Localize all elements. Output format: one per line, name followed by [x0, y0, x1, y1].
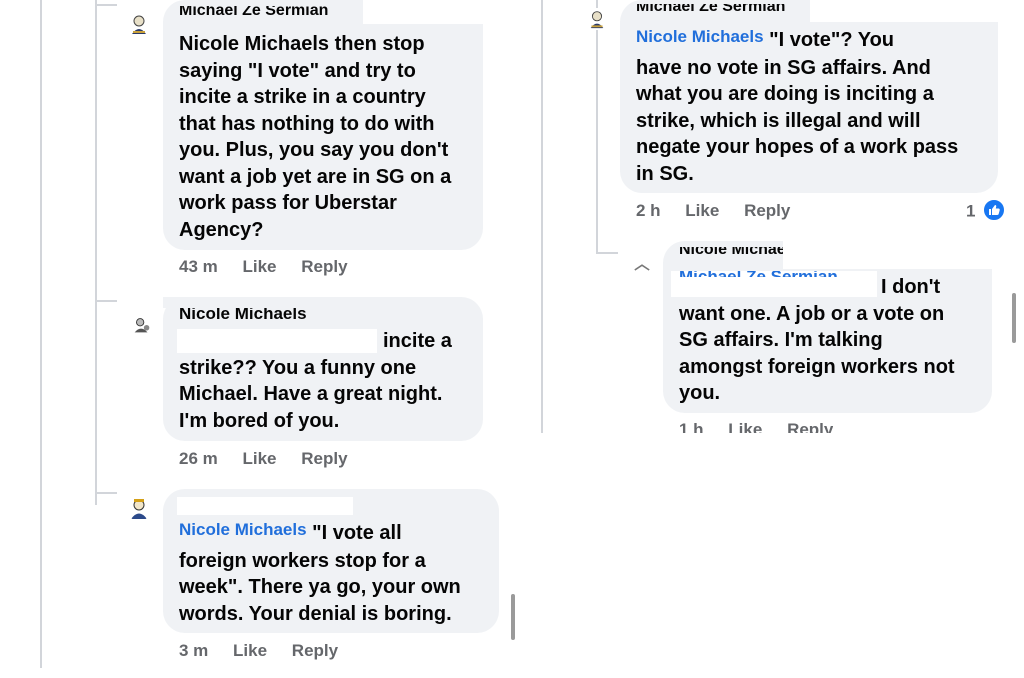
comment-bubble: Nicole Michaels incite a strike?? You a …: [163, 297, 483, 441]
reply-button[interactable]: Reply: [292, 641, 338, 661]
avatar[interactable]: [127, 12, 151, 36]
thread-line: [541, 0, 543, 433]
comment-actions: 43 m Like Reply: [179, 257, 348, 277]
avatar-cartoon-icon: [632, 262, 652, 278]
comment-author[interactable]: Nicole Michaels: [179, 307, 307, 323]
reply-button[interactable]: Reply: [787, 420, 833, 433]
comment-text: Nicole Michaels then stop saying "I vote…: [179, 33, 452, 241]
comment-actions: 2 h Like Reply: [636, 201, 790, 221]
thread-line: [596, 0, 598, 253]
comment-time[interactable]: 43 m: [179, 257, 218, 277]
comment-author[interactable]: Michael Ze Sermian: [636, 4, 785, 16]
avatar[interactable]: [586, 8, 608, 30]
avatar[interactable]: [131, 314, 153, 336]
comment-text: Nicole Michaels "I vote all foreign work…: [179, 520, 461, 625]
avatar-cartoon-icon: [127, 497, 151, 521]
reply-button[interactable]: Reply: [744, 201, 790, 221]
redaction: [783, 241, 992, 269]
redaction: [177, 497, 353, 515]
scrollbar[interactable]: [511, 594, 515, 640]
like-button[interactable]: Like: [242, 449, 276, 469]
comment-text: I don't want one. A job or a vote on SG …: [679, 276, 955, 404]
avatar[interactable]: [127, 497, 151, 521]
thumbs-up-icon: [982, 198, 1007, 222]
thread-connector: [95, 492, 117, 494]
comment-actions: 1 h Like Reply: [679, 420, 833, 433]
avatar-cartoon-icon: [586, 8, 608, 30]
comment-actions: 3 m Like Reply: [179, 641, 338, 661]
avatar-cartoon-icon: [131, 314, 153, 336]
comment-bubble: Michael Ze Sermian Nicole Michaels then …: [163, 0, 483, 250]
scrollbar[interactable]: [1012, 293, 1016, 343]
redaction: [363, 0, 483, 24]
like-button[interactable]: Like: [242, 257, 276, 277]
reply-button[interactable]: Reply: [301, 257, 347, 277]
comment-author[interactable]: Nicole Michaels: [679, 247, 799, 259]
avatar[interactable]: [632, 262, 652, 278]
thread-line: [95, 0, 97, 505]
thread-connector: [95, 300, 117, 302]
like-button[interactable]: Like: [685, 201, 719, 221]
comment-text: incite a strike?? You a funny one Michae…: [179, 330, 452, 432]
reaction-count: 1: [966, 201, 976, 221]
comment-author[interactable]: Michael Ze Sermian: [179, 6, 328, 20]
comments-screenshot: Michael Ze Sermian Nicole Michaels then …: [0, 0, 1024, 678]
comment-time[interactable]: 3 m: [179, 641, 208, 661]
avatar-cartoon-icon: [127, 12, 151, 36]
comment-bubble: Nicole Michaels "I vote all foreign work…: [163, 489, 499, 633]
comment-bubble: Nicole Michaels Michael Ze Sermian I don…: [663, 241, 992, 413]
mention-link[interactable]: Nicole Michaels: [636, 27, 764, 46]
comment-time[interactable]: 1 h: [679, 420, 704, 433]
comment-bubble: Michael Ze Sermian Nicole Michaels "I vo…: [620, 0, 998, 193]
comment-text: Nicole Michaels "I vote"? You have no vo…: [636, 27, 959, 185]
comment-time[interactable]: 2 h: [636, 201, 661, 221]
like-button[interactable]: Like: [728, 420, 762, 433]
thread-connector: [596, 252, 618, 254]
thread-line: [40, 0, 42, 668]
reply-button[interactable]: Reply: [301, 449, 347, 469]
redaction: [163, 297, 323, 308]
comment-time[interactable]: 26 m: [179, 449, 218, 469]
comment-actions: 26 m Like Reply: [179, 449, 348, 469]
thread-connector: [95, 4, 117, 6]
like-button[interactable]: Like: [233, 641, 267, 661]
redaction: [173, 515, 351, 523]
redaction: [810, 0, 998, 22]
reaction-summary[interactable]: 1: [966, 198, 1007, 224]
redaction: [634, 20, 802, 28]
